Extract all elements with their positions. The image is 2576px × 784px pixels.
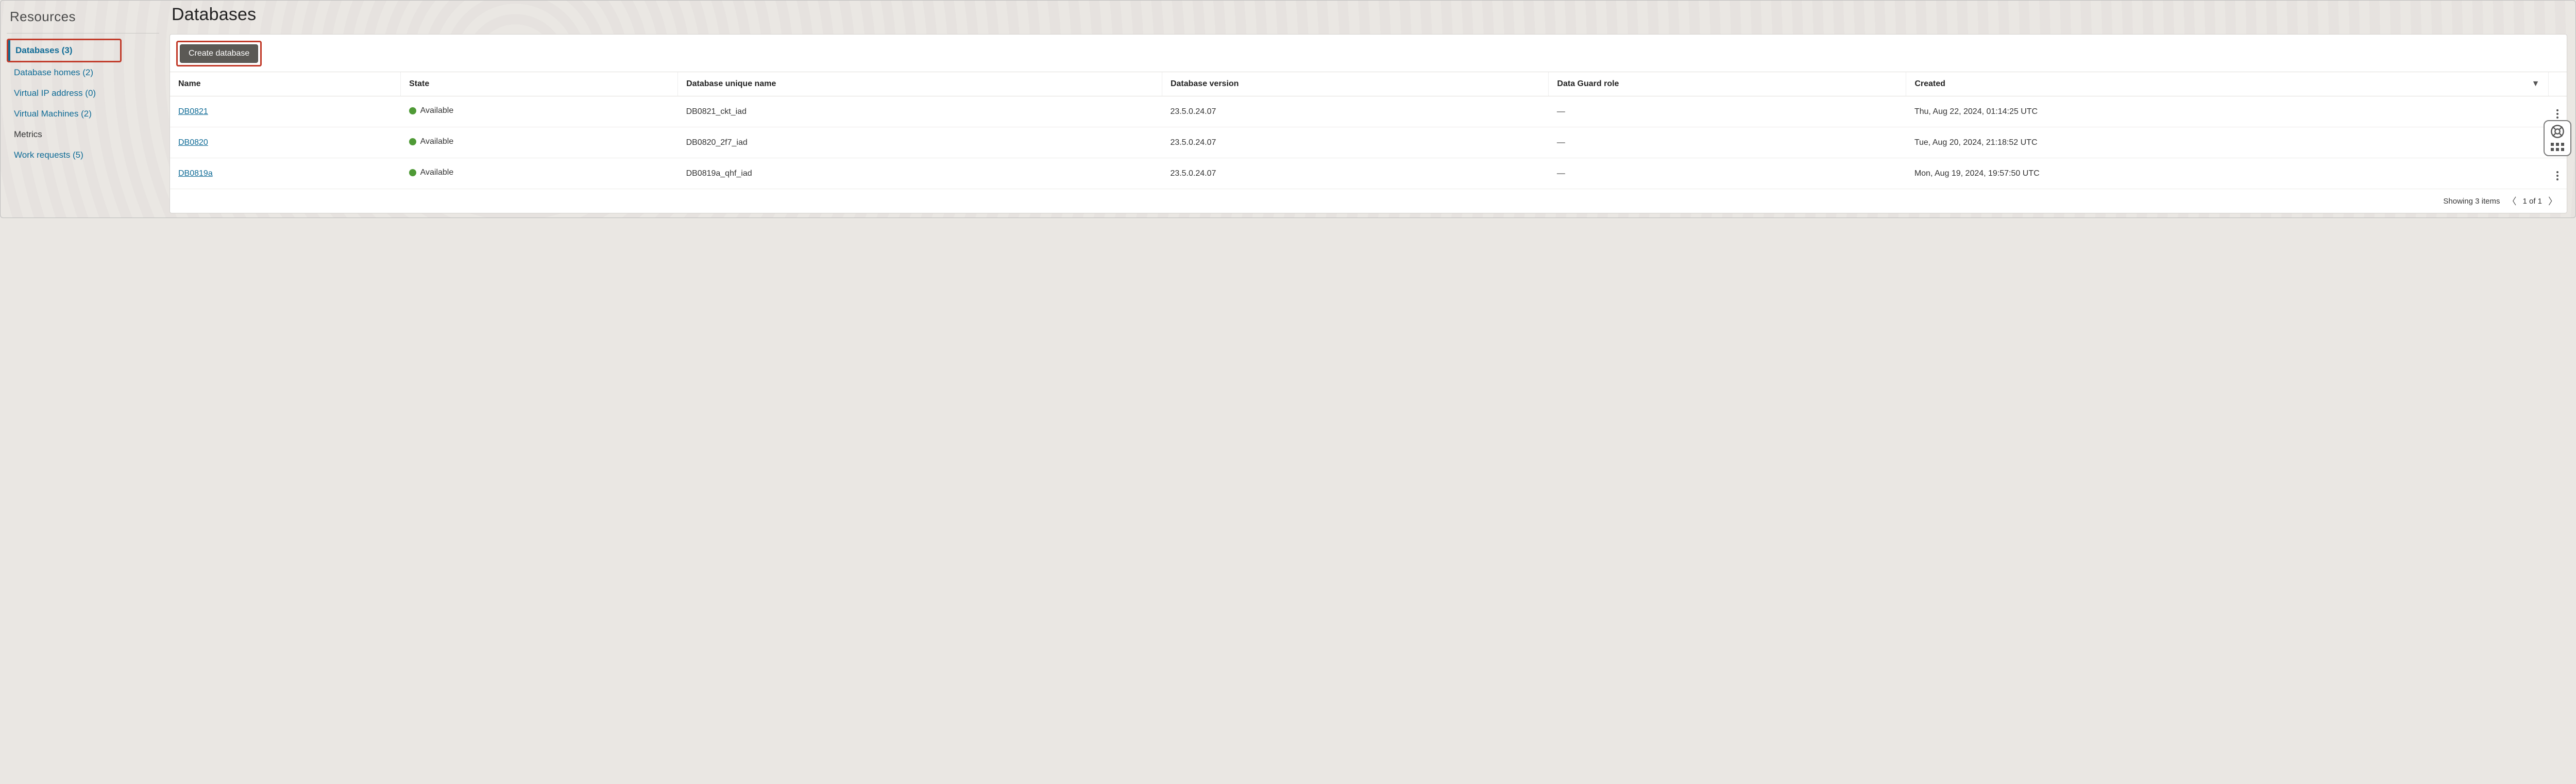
created-cell: Thu, Aug 22, 2024, 01:14:25 UTC xyxy=(1906,96,2548,127)
row-actions-menu-icon[interactable] xyxy=(2556,109,2558,119)
col-name[interactable]: Name xyxy=(170,72,401,96)
col-created-label: Created xyxy=(1914,79,1945,88)
next-page-icon[interactable]: 〉 xyxy=(2548,194,2557,208)
status-dot-available-icon xyxy=(409,107,416,114)
page-indicator: 1 of 1 xyxy=(2522,197,2542,206)
db-name-link[interactable]: DB0820 xyxy=(178,138,208,147)
dg-role-cell: — xyxy=(1549,127,1906,158)
unique-name-cell: DB0821_ckt_iad xyxy=(678,96,1162,127)
sidebar-item-virtual-ip[interactable]: Virtual IP address (0) xyxy=(7,83,159,104)
highlight-create-database: Create database xyxy=(176,41,262,66)
dg-role-cell: — xyxy=(1549,158,1906,189)
state-cell: Available xyxy=(409,137,454,146)
sidebar: Resources Databases (3) Database homes (… xyxy=(5,5,159,213)
version-cell: 23.5.0.24.07 xyxy=(1162,127,1548,158)
created-cell: Tue, Aug 20, 2024, 21:18:52 UTC xyxy=(1906,127,2548,158)
sidebar-item-db-homes[interactable]: Database homes (2) xyxy=(7,62,159,83)
table-row: DB0819a Available DB0819a_qhf_iad 23.5.0… xyxy=(170,158,2567,189)
state-cell: Available xyxy=(409,168,454,177)
db-name-link[interactable]: DB0819a xyxy=(178,169,213,178)
version-cell: 23.5.0.24.07 xyxy=(1162,158,1548,189)
highlight-databases: Databases (3) xyxy=(7,39,122,62)
pager: 〈 1 of 1 〉 xyxy=(2507,194,2557,208)
unique-name-cell: DB0820_2f7_iad xyxy=(678,127,1162,158)
row-actions-menu-icon[interactable] xyxy=(2556,171,2558,180)
databases-panel: Create database Name State Database uniq… xyxy=(170,34,2567,213)
status-dot-available-icon xyxy=(409,169,416,176)
col-unique-name[interactable]: Database unique name xyxy=(678,72,1162,96)
showing-count: Showing 3 items xyxy=(2443,197,2500,206)
help-floater[interactable] xyxy=(2544,120,2571,156)
state-text: Available xyxy=(420,168,454,177)
sidebar-title: Resources xyxy=(7,7,159,30)
databases-table: Name State Database unique name Database… xyxy=(170,72,2567,189)
state-cell: Available xyxy=(409,106,454,115)
toolbar: Create database xyxy=(170,35,2567,72)
table-row: DB0821 Available DB0821_ckt_iad 23.5.0.2… xyxy=(170,96,2567,127)
apps-grid-icon[interactable] xyxy=(2551,143,2564,151)
page-title: Databases xyxy=(170,5,2567,34)
unique-name-cell: DB0819a_qhf_iad xyxy=(678,158,1162,189)
col-version[interactable]: Database version xyxy=(1162,72,1548,96)
col-data-guard-role[interactable]: Data Guard role xyxy=(1549,72,1906,96)
sidebar-item-metrics[interactable]: Metrics xyxy=(7,124,159,145)
dg-role-cell: — xyxy=(1549,96,1906,127)
db-name-link[interactable]: DB0821 xyxy=(178,107,208,116)
sidebar-divider xyxy=(7,33,159,34)
app-frame: Resources Databases (3) Database homes (… xyxy=(0,0,2576,218)
version-cell: 23.5.0.24.07 xyxy=(1162,96,1548,127)
main-content: Databases Create database Name State Dat… xyxy=(170,5,2571,213)
sort-desc-icon: ▼ xyxy=(2532,79,2540,89)
col-actions xyxy=(2548,72,2567,96)
help-life-ring-icon[interactable] xyxy=(2550,124,2565,139)
create-database-button[interactable]: Create database xyxy=(180,44,258,63)
prev-page-icon[interactable]: 〈 xyxy=(2507,194,2516,208)
col-state[interactable]: State xyxy=(401,72,678,96)
state-text: Available xyxy=(420,106,454,115)
state-text: Available xyxy=(420,137,454,146)
status-dot-available-icon xyxy=(409,138,416,145)
table-header-row: Name State Database unique name Database… xyxy=(170,72,2567,96)
table-row: DB0820 Available DB0820_2f7_iad 23.5.0.2… xyxy=(170,127,2567,158)
created-cell: Mon, Aug 19, 2024, 19:57:50 UTC xyxy=(1906,158,2548,189)
col-created[interactable]: Created ▼ xyxy=(1906,72,2548,96)
table-footer: Showing 3 items 〈 1 of 1 〉 xyxy=(170,189,2567,213)
sidebar-item-virtual-machines[interactable]: Virtual Machines (2) xyxy=(7,104,159,124)
sidebar-item-work-requests[interactable]: Work requests (5) xyxy=(7,145,159,165)
sidebar-item-databases[interactable]: Databases (3) xyxy=(8,40,79,61)
